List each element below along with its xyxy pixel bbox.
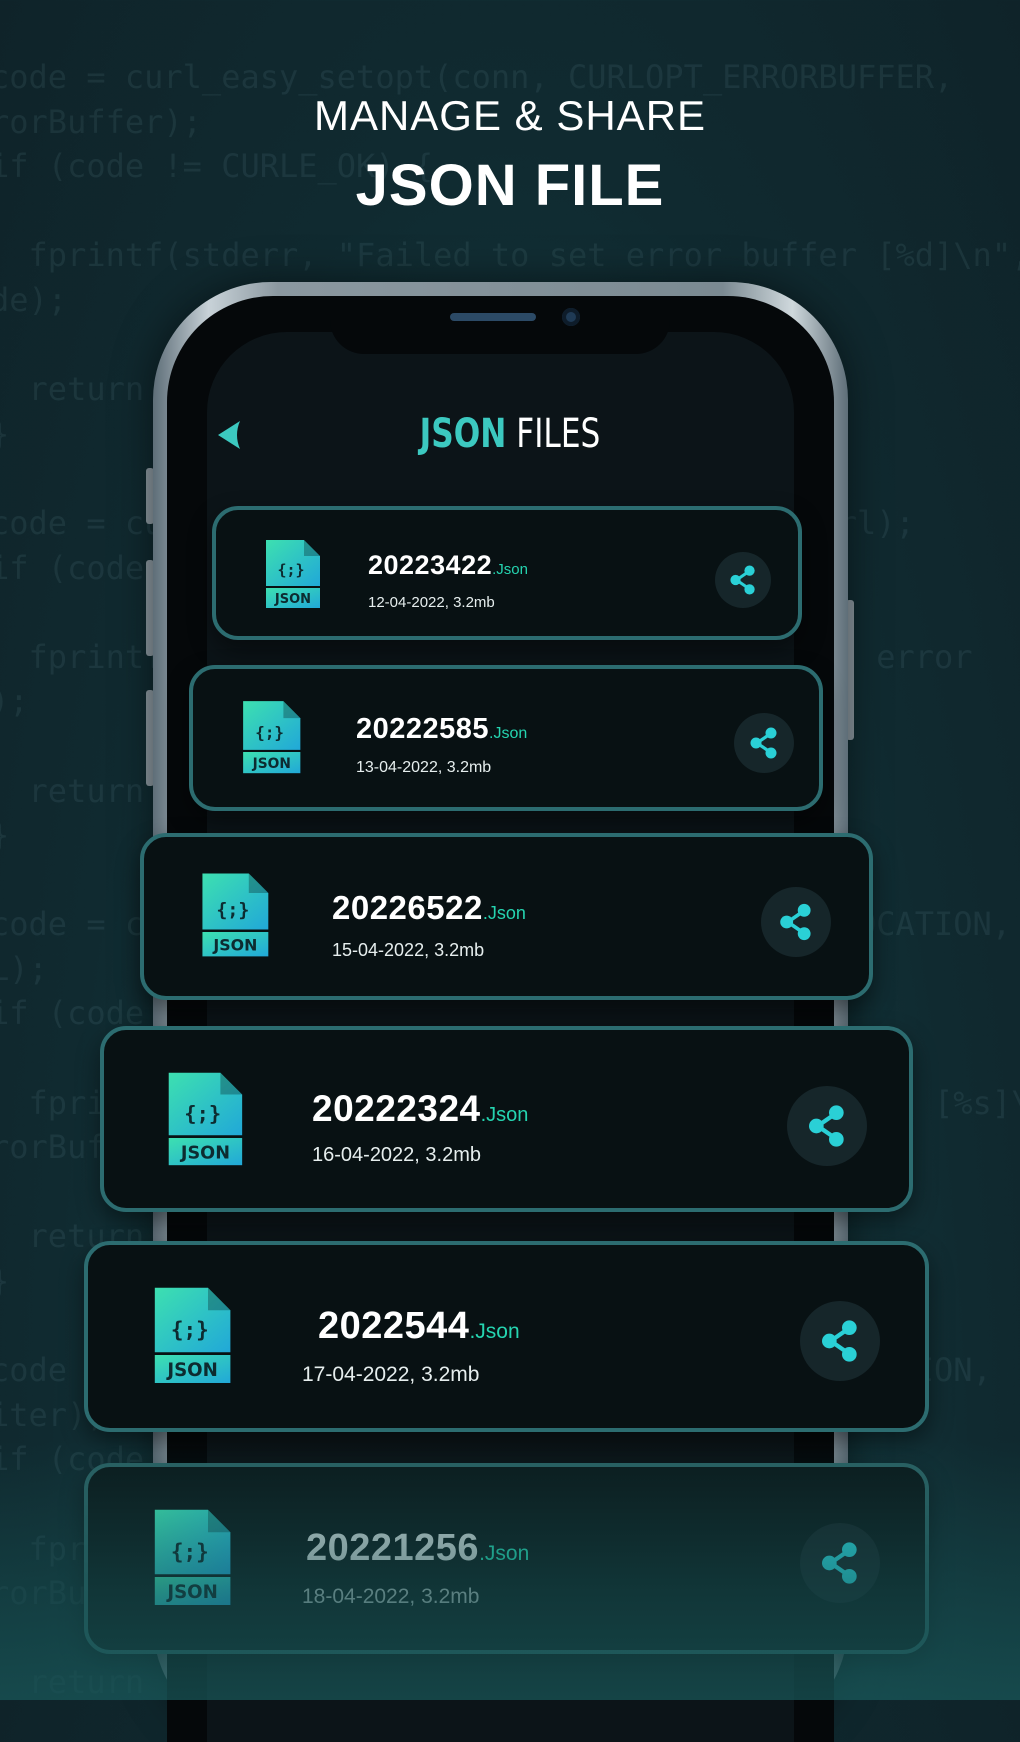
json-file-icon: {;} JSON (241, 699, 302, 780)
promo-subtitle: MANAGE & SHARE (313, 92, 707, 139)
share-icon (822, 1542, 857, 1584)
app-title-rest: FILES (506, 411, 601, 457)
file-card[interactable]: {;} JSON 2022544.Json 17-04-2022, 3.2mb (84, 1241, 929, 1432)
svg-text:{;}: {;} (171, 1318, 209, 1342)
share-icon (750, 727, 777, 759)
file-meta: 16-04-2022, 3.2mb (312, 1144, 482, 1166)
file-name: 20226522.Json (332, 889, 526, 927)
app-header: JSON FILES (200, 405, 820, 465)
file-card[interactable]: {;} JSON 20226522.Json 15-04-2022, 3.2mb (140, 833, 873, 1000)
front-camera (562, 308, 580, 326)
share-button[interactable] (761, 887, 831, 957)
file-meta: 15-04-2022, 3.2mb (332, 940, 485, 960)
svg-text:JSON: JSON (165, 1582, 218, 1603)
file-meta: 17-04-2022, 3.2mb (302, 1363, 480, 1386)
share-button[interactable] (734, 713, 794, 773)
file-name: 20223422.Json (368, 550, 528, 581)
svg-text:{;}: {;} (171, 1540, 209, 1564)
file-meta: 18-04-2022, 3.2mb (302, 1585, 480, 1608)
file-name-base: 20222585 (356, 713, 490, 745)
svg-text:JSON: JSON (274, 592, 311, 607)
svg-text:{;}: {;} (255, 723, 284, 742)
file-name-base: 20222324 (312, 1088, 481, 1129)
share-button[interactable] (800, 1523, 880, 1603)
file-name: 20222324.Json (312, 1088, 528, 1130)
svg-text:JSON: JSON (252, 756, 291, 772)
svg-text:JSON: JSON (165, 1360, 218, 1381)
file-extension: .Json (482, 903, 526, 923)
json-file-icon: {;} JSON (152, 1285, 233, 1391)
file-extension: .Json (469, 1320, 520, 1343)
svg-text:JSON: JSON (180, 1143, 230, 1163)
app-title: JSON FILES (268, 411, 752, 457)
file-name-base: 2022544 (318, 1305, 470, 1347)
file-extension: .Json (480, 1104, 529, 1126)
share-icon (809, 1105, 844, 1147)
promo-title: JSON FILE (355, 153, 665, 218)
svg-text:{;}: {;} (216, 900, 249, 921)
share-icon (730, 565, 755, 595)
json-file-icon: {;} JSON (200, 871, 271, 964)
file-name-base: 20221256 (306, 1527, 480, 1569)
file-extension: .Json (479, 1542, 530, 1565)
file-name: 2022544.Json (318, 1305, 520, 1348)
json-file-icon: {;} JSON (264, 538, 322, 615)
json-file-icon: {;} JSON (166, 1070, 245, 1173)
json-file-icon: {;} JSON (152, 1507, 233, 1613)
share-icon (780, 903, 811, 941)
file-name-base: 20226522 (332, 889, 483, 926)
phone-notch (330, 296, 670, 354)
file-extension: .Json (492, 561, 528, 578)
file-card[interactable]: {;} JSON 20221256.Json 18-04-2022, 3.2mb (84, 1463, 929, 1654)
file-card[interactable]: {;} JSON 20222585.Json 13-04-2022, 3.2mb (189, 665, 823, 811)
file-name: 20221256.Json (306, 1527, 529, 1570)
speaker-grille (450, 313, 536, 321)
svg-text:{;}: {;} (277, 561, 304, 579)
svg-text:{;}: {;} (184, 1101, 221, 1125)
file-name: 20222585.Json (356, 713, 527, 746)
share-button[interactable] (800, 1301, 880, 1381)
svg-text:JSON: JSON (212, 935, 257, 954)
share-button[interactable] (787, 1086, 867, 1166)
file-meta: 12-04-2022, 3.2mb (368, 594, 495, 611)
file-card[interactable]: {;} JSON 20222324.Json 16-04-2022, 3.2mb (100, 1026, 913, 1212)
back-arrow-icon[interactable] (214, 419, 244, 451)
share-icon (822, 1320, 857, 1362)
file-extension: .Json (489, 725, 528, 742)
file-card[interactable]: {;} JSON 20223422.Json 12-04-2022, 3.2mb (212, 506, 802, 640)
file-meta: 13-04-2022, 3.2mb (356, 759, 492, 776)
app-title-accent: JSON (419, 411, 507, 457)
file-name-base: 20223422 (368, 550, 493, 580)
share-button[interactable] (715, 552, 771, 608)
